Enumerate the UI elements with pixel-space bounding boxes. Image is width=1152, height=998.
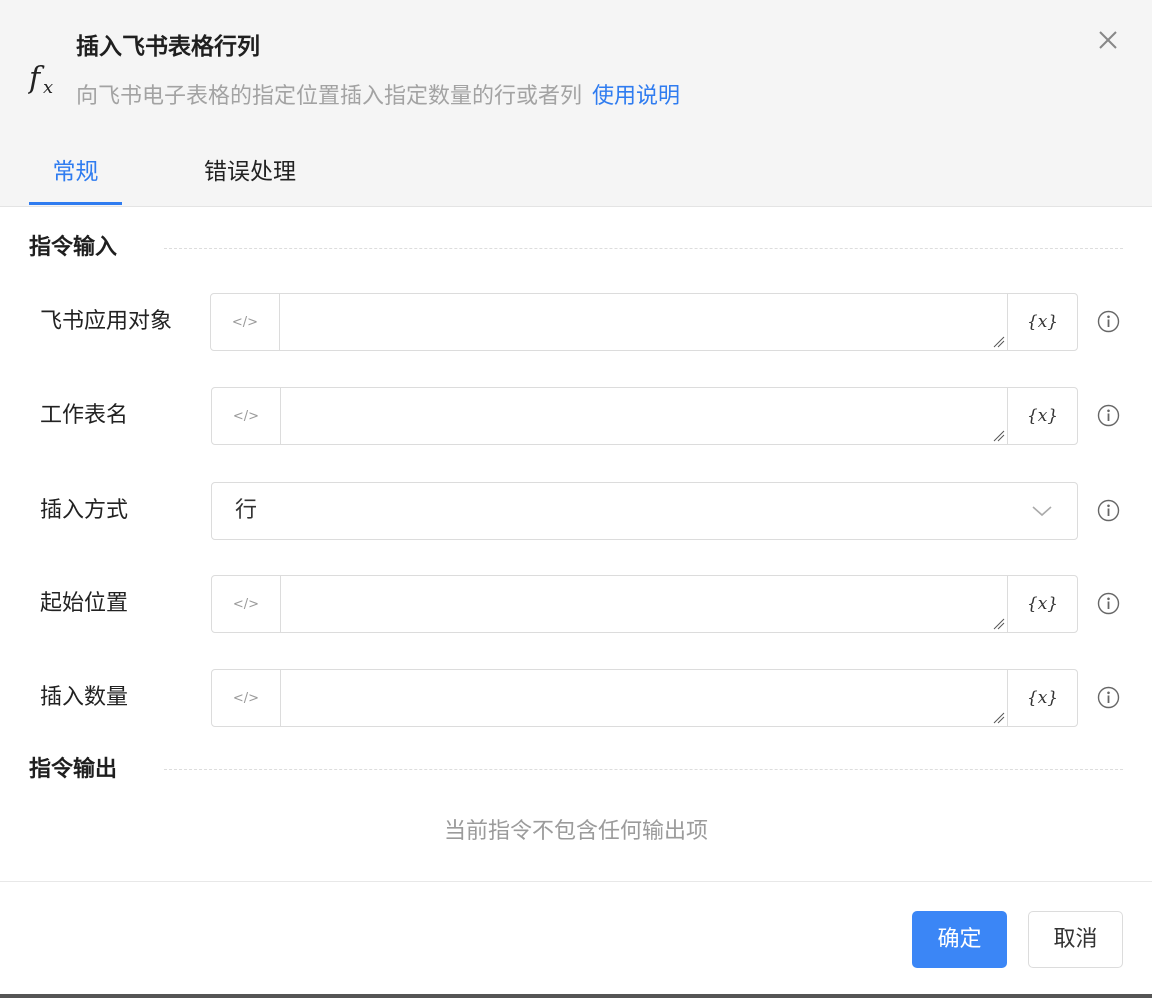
start-position-input[interactable]: [281, 576, 1008, 632]
help-link[interactable]: 使用说明: [592, 84, 680, 109]
field-label: 起始位置: [40, 591, 129, 616]
output-section-title: 指令输出: [29, 757, 118, 782]
resize-handle-icon[interactable]: [993, 430, 1005, 442]
insert-mode-value: 行: [235, 498, 258, 523]
chevron-down-icon: [1032, 506, 1052, 517]
code-mode-icon[interactable]: </>: [212, 388, 281, 444]
resize-handle-icon[interactable]: [993, 336, 1005, 348]
code-mode-icon[interactable]: </>: [212, 670, 281, 726]
field-label: 插入数量: [40, 685, 129, 710]
close-icon[interactable]: [1094, 26, 1122, 54]
confirm-button[interactable]: 确定: [912, 911, 1007, 968]
sheet-name-field: </> {x}: [211, 387, 1078, 445]
field-label: 飞书应用对象: [40, 309, 173, 334]
field-label: 插入方式: [40, 498, 129, 523]
field-row-feishu-app: 飞书应用对象 </> {x}: [0, 293, 1152, 351]
input-section-title: 指令输入: [29, 235, 118, 260]
resize-handle-icon[interactable]: [993, 712, 1005, 724]
info-icon[interactable]: [1097, 499, 1120, 522]
empty-output-message: 当前指令不包含任何输出项: [443, 819, 708, 844]
dialog: f x 插入飞书表格行列 向飞书电子表格的指定位置插入指定数量的行或者列 使用说明…: [0, 0, 1152, 998]
cancel-button[interactable]: 取消: [1028, 911, 1123, 968]
insert-count-field: </> {x}: [211, 669, 1078, 727]
code-mode-icon[interactable]: </>: [211, 294, 280, 350]
section-divider: [164, 248, 1123, 249]
variable-icon[interactable]: {x}: [1007, 294, 1077, 350]
tab-error-handling[interactable]: 错误处理: [190, 150, 310, 207]
field-row-start-position: 起始位置 </> {x}: [0, 575, 1152, 633]
field-row-insert-mode: 插入方式 行: [0, 482, 1152, 540]
dialog-description: 向飞书电子表格的指定位置插入指定数量的行或者列 使用说明: [76, 81, 680, 113]
dialog-title: 插入飞书表格行列: [76, 34, 260, 60]
insert-count-input[interactable]: [281, 670, 1008, 726]
feishu-app-input[interactable]: [280, 294, 1007, 350]
tab-general[interactable]: 常规: [29, 150, 122, 207]
feishu-app-field: </> {x}: [210, 293, 1078, 351]
section-divider: [164, 769, 1123, 770]
variable-icon[interactable]: {x}: [1007, 388, 1077, 444]
info-icon[interactable]: [1097, 592, 1120, 615]
info-icon[interactable]: [1097, 404, 1120, 427]
sheet-name-input[interactable]: [281, 388, 1008, 444]
resize-handle-icon[interactable]: [993, 618, 1005, 630]
info-icon[interactable]: [1097, 310, 1120, 333]
field-row-sheet-name: 工作表名 </> {x}: [0, 387, 1152, 445]
variable-icon[interactable]: {x}: [1007, 670, 1077, 726]
window-bottom-edge: [0, 994, 1152, 998]
info-icon[interactable]: [1097, 686, 1120, 709]
code-mode-icon[interactable]: </>: [212, 576, 281, 632]
fx-icon: f x: [28, 61, 53, 98]
variable-icon[interactable]: {x}: [1007, 576, 1077, 632]
dialog-header: f x 插入飞书表格行列 向飞书电子表格的指定位置插入指定数量的行或者列 使用说明…: [0, 0, 1152, 207]
field-label: 工作表名: [40, 403, 129, 428]
insert-mode-select[interactable]: 行: [211, 482, 1078, 540]
description-text: 向飞书电子表格的指定位置插入指定数量的行或者列: [76, 84, 583, 109]
tab-bar: 常规 错误处理: [0, 150, 1152, 207]
start-position-field: </> {x}: [211, 575, 1078, 633]
footer-divider: [0, 881, 1152, 882]
svg-text:x: x: [43, 77, 53, 98]
field-row-insert-count: 插入数量 </> {x}: [0, 669, 1152, 727]
